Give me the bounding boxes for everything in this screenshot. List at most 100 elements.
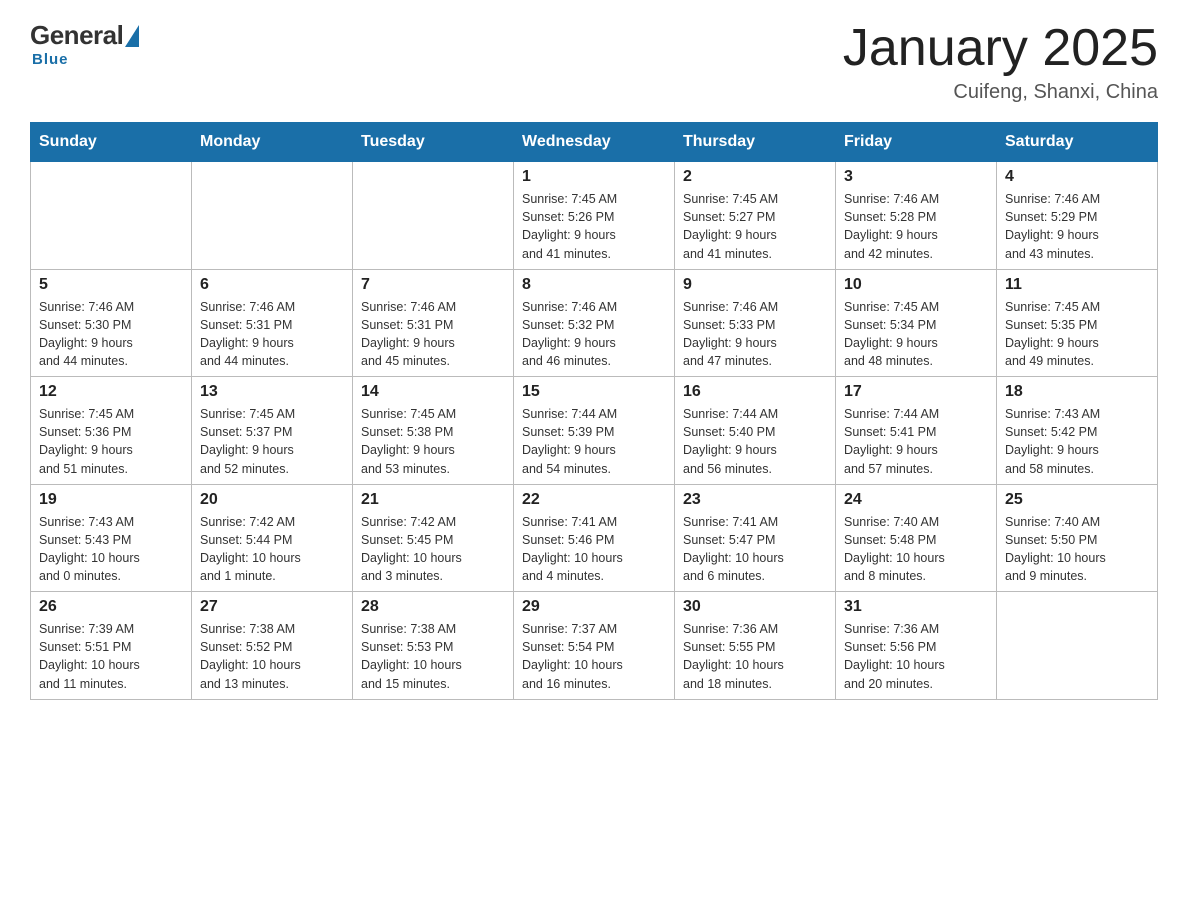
day-info: Sunrise: 7:43 AM Sunset: 5:42 PM Dayligh… [1005, 405, 1149, 478]
day-number: 9 [683, 276, 827, 294]
month-title: January 2025 [843, 20, 1158, 77]
day-number: 14 [361, 383, 505, 401]
calendar-cell: 25 Sunrise: 7:40 AM Sunset: 5:50 PM Dayli… [997, 484, 1158, 592]
calendar-week-4: 19 Sunrise: 7:43 AM Sunset: 5:43 PM Dayli… [31, 484, 1158, 592]
calendar-cell: 7Sunrise: 7:46 AM Sunset: 5:31 PM Daylig… [353, 269, 514, 377]
day-number: 21 [361, 491, 505, 509]
day-number: 11 [1005, 276, 1149, 294]
calendar-table: SundayMondayTuesdayWednesdayThursdayFrid… [30, 122, 1158, 700]
weekday-header-thursday: Thursday [675, 123, 836, 162]
calendar-week-1: 1 Sunrise: 7:45 AM Sunset: 5:26 PM Daylig… [31, 162, 1158, 270]
logo-general-text: General [30, 20, 123, 51]
calendar-week-3: 12Sunrise: 7:45 AM Sunset: 5:36 PM Dayli… [31, 377, 1158, 485]
calendar-cell [192, 162, 353, 270]
day-number: 29 [522, 598, 666, 616]
day-info: Sunrise: 7:46 AM Sunset: 5:30 PM Dayligh… [39, 298, 183, 371]
calendar-cell: 17 Sunrise: 7:44 AM Sunset: 5:41 PM Dayli… [836, 377, 997, 485]
calendar-cell: 2 Sunrise: 7:45 AM Sunset: 5:27 PM Daylig… [675, 162, 836, 270]
day-info: Sunrise: 7:41 AM Sunset: 5:46 PM Dayligh… [522, 513, 666, 586]
day-number: 13 [200, 383, 344, 401]
day-number: 20 [200, 491, 344, 509]
calendar-cell [353, 162, 514, 270]
day-info: Sunrise: 7:46 AM Sunset: 5:29 PM Dayligh… [1005, 190, 1149, 263]
page-header: General Blue January 2025 Cuifeng, Shanx… [30, 20, 1158, 104]
day-info: Sunrise: 7:45 AM Sunset: 5:37 PM Dayligh… [200, 405, 344, 478]
calendar-cell: 13 Sunrise: 7:45 AM Sunset: 5:37 PM Dayli… [192, 377, 353, 485]
day-number: 6 [200, 276, 344, 294]
location: Cuifeng, Shanxi, China [843, 81, 1158, 104]
day-info: Sunrise: 7:45 AM Sunset: 5:38 PM Dayligh… [361, 405, 505, 478]
calendar-week-5: 26Sunrise: 7:39 AM Sunset: 5:51 PM Dayli… [31, 592, 1158, 700]
day-info: Sunrise: 7:46 AM Sunset: 5:31 PM Dayligh… [200, 298, 344, 371]
day-number: 28 [361, 598, 505, 616]
calendar-cell: 23Sunrise: 7:41 AM Sunset: 5:47 PM Dayli… [675, 484, 836, 592]
logo: General Blue [30, 20, 141, 69]
logo-blue-text: Blue [32, 51, 69, 68]
calendar-cell: 19 Sunrise: 7:43 AM Sunset: 5:43 PM Dayli… [31, 484, 192, 592]
calendar-cell: 18 Sunrise: 7:43 AM Sunset: 5:42 PM Dayli… [997, 377, 1158, 485]
day-number: 8 [522, 276, 666, 294]
day-info: Sunrise: 7:38 AM Sunset: 5:52 PM Dayligh… [200, 620, 344, 693]
day-info: Sunrise: 7:46 AM Sunset: 5:28 PM Dayligh… [844, 190, 988, 263]
day-number: 27 [200, 598, 344, 616]
day-number: 1 [522, 168, 666, 186]
day-info: Sunrise: 7:36 AM Sunset: 5:56 PM Dayligh… [844, 620, 988, 693]
calendar-cell [997, 592, 1158, 700]
weekday-row: SundayMondayTuesdayWednesdayThursdayFrid… [31, 123, 1158, 162]
weekday-header-tuesday: Tuesday [353, 123, 514, 162]
logo-triangle-icon [125, 25, 139, 47]
calendar-cell: 20 Sunrise: 7:42 AM Sunset: 5:44 PM Dayli… [192, 484, 353, 592]
day-info: Sunrise: 7:46 AM Sunset: 5:33 PM Dayligh… [683, 298, 827, 371]
day-info: Sunrise: 7:40 AM Sunset: 5:50 PM Dayligh… [1005, 513, 1149, 586]
calendar-cell: 15Sunrise: 7:44 AM Sunset: 5:39 PM Dayli… [514, 377, 675, 485]
day-number: 31 [844, 598, 988, 616]
day-info: Sunrise: 7:44 AM Sunset: 5:41 PM Dayligh… [844, 405, 988, 478]
day-number: 30 [683, 598, 827, 616]
day-number: 18 [1005, 383, 1149, 401]
day-info: Sunrise: 7:44 AM Sunset: 5:40 PM Dayligh… [683, 405, 827, 478]
day-info: Sunrise: 7:39 AM Sunset: 5:51 PM Dayligh… [39, 620, 183, 693]
day-number: 15 [522, 383, 666, 401]
calendar-cell: 24 Sunrise: 7:40 AM Sunset: 5:48 PM Dayli… [836, 484, 997, 592]
day-info: Sunrise: 7:46 AM Sunset: 5:31 PM Dayligh… [361, 298, 505, 371]
day-info: Sunrise: 7:40 AM Sunset: 5:48 PM Dayligh… [844, 513, 988, 586]
day-number: 3 [844, 168, 988, 186]
calendar-cell: 4Sunrise: 7:46 AM Sunset: 5:29 PM Daylig… [997, 162, 1158, 270]
day-number: 12 [39, 383, 183, 401]
day-number: 19 [39, 491, 183, 509]
day-info: Sunrise: 7:45 AM Sunset: 5:35 PM Dayligh… [1005, 298, 1149, 371]
day-number: 5 [39, 276, 183, 294]
day-info: Sunrise: 7:46 AM Sunset: 5:32 PM Dayligh… [522, 298, 666, 371]
title-area: January 2025 Cuifeng, Shanxi, China [843, 20, 1158, 104]
day-info: Sunrise: 7:45 AM Sunset: 5:34 PM Dayligh… [844, 298, 988, 371]
calendar-cell: 5 Sunrise: 7:46 AM Sunset: 5:30 PM Daylig… [31, 269, 192, 377]
calendar-cell: 6 Sunrise: 7:46 AM Sunset: 5:31 PM Daylig… [192, 269, 353, 377]
calendar-cell: 28 Sunrise: 7:38 AM Sunset: 5:53 PM Dayli… [353, 592, 514, 700]
day-info: Sunrise: 7:36 AM Sunset: 5:55 PM Dayligh… [683, 620, 827, 693]
weekday-header-saturday: Saturday [997, 123, 1158, 162]
day-info: Sunrise: 7:45 AM Sunset: 5:27 PM Dayligh… [683, 190, 827, 263]
day-info: Sunrise: 7:43 AM Sunset: 5:43 PM Dayligh… [39, 513, 183, 586]
day-number: 17 [844, 383, 988, 401]
day-number: 24 [844, 491, 988, 509]
calendar-cell: 10 Sunrise: 7:45 AM Sunset: 5:34 PM Dayli… [836, 269, 997, 377]
calendar-cell: 30 Sunrise: 7:36 AM Sunset: 5:55 PM Dayli… [675, 592, 836, 700]
day-info: Sunrise: 7:42 AM Sunset: 5:45 PM Dayligh… [361, 513, 505, 586]
day-info: Sunrise: 7:42 AM Sunset: 5:44 PM Dayligh… [200, 513, 344, 586]
weekday-header-wednesday: Wednesday [514, 123, 675, 162]
weekday-header-friday: Friday [836, 123, 997, 162]
calendar-cell: 14 Sunrise: 7:45 AM Sunset: 5:38 PM Dayli… [353, 377, 514, 485]
day-number: 2 [683, 168, 827, 186]
day-info: Sunrise: 7:37 AM Sunset: 5:54 PM Dayligh… [522, 620, 666, 693]
calendar-cell: 26Sunrise: 7:39 AM Sunset: 5:51 PM Dayli… [31, 592, 192, 700]
calendar-header: SundayMondayTuesdayWednesdayThursdayFrid… [31, 123, 1158, 162]
calendar-cell: 9 Sunrise: 7:46 AM Sunset: 5:33 PM Daylig… [675, 269, 836, 377]
calendar-cell: 29 Sunrise: 7:37 AM Sunset: 5:54 PM Dayli… [514, 592, 675, 700]
day-info: Sunrise: 7:38 AM Sunset: 5:53 PM Dayligh… [361, 620, 505, 693]
day-number: 25 [1005, 491, 1149, 509]
day-info: Sunrise: 7:45 AM Sunset: 5:26 PM Dayligh… [522, 190, 666, 263]
calendar-cell: 21 Sunrise: 7:42 AM Sunset: 5:45 PM Dayli… [353, 484, 514, 592]
day-number: 10 [844, 276, 988, 294]
day-number: 16 [683, 383, 827, 401]
calendar-cell: 16 Sunrise: 7:44 AM Sunset: 5:40 PM Dayli… [675, 377, 836, 485]
